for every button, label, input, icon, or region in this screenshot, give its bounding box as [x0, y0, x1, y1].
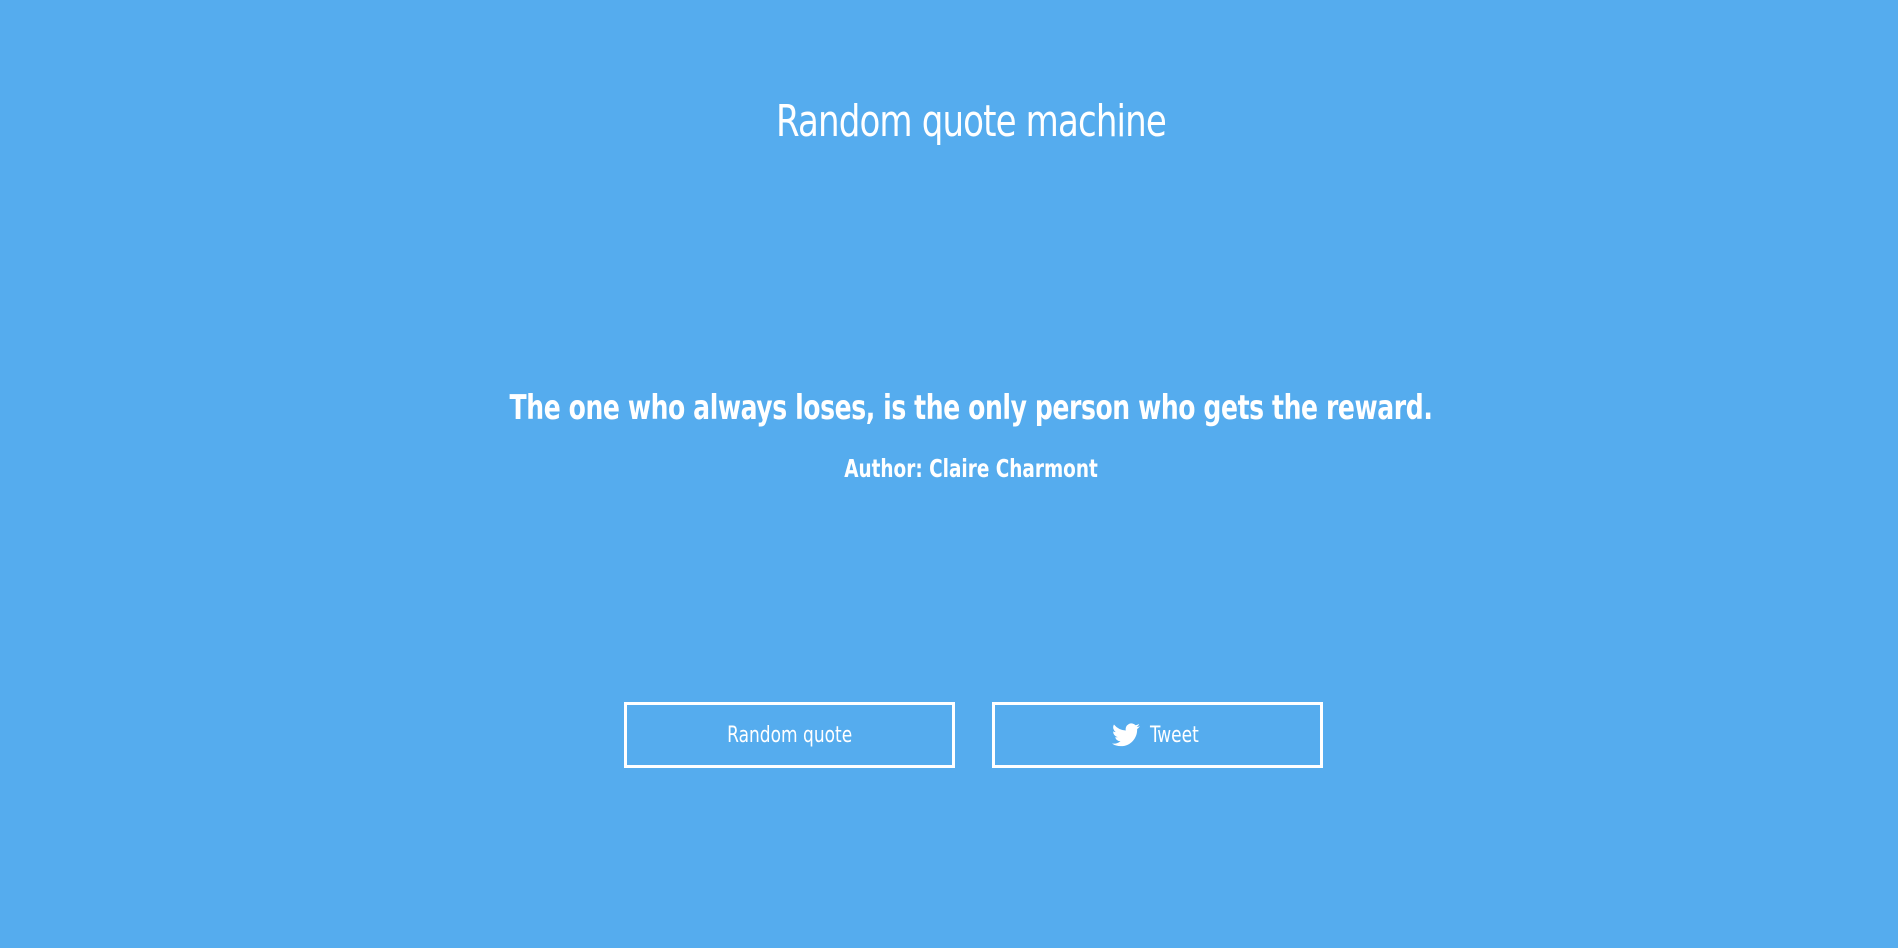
quote-author: Author: Claire Charmont	[844, 453, 1098, 483]
random-quote-button-label: Random quote	[727, 722, 852, 748]
twitter-bird-icon	[1112, 723, 1141, 747]
page-title: Random quote machine	[776, 96, 1167, 147]
quote-block: The one who always loses, is the only pe…	[0, 388, 1898, 483]
tweet-button[interactable]: Tweet	[992, 702, 1323, 768]
quote-text: The one who always loses, is the only pe…	[509, 388, 1433, 428]
random-quote-button[interactable]: Random quote	[624, 702, 955, 768]
tweet-button-label: Tweet	[1150, 722, 1199, 748]
